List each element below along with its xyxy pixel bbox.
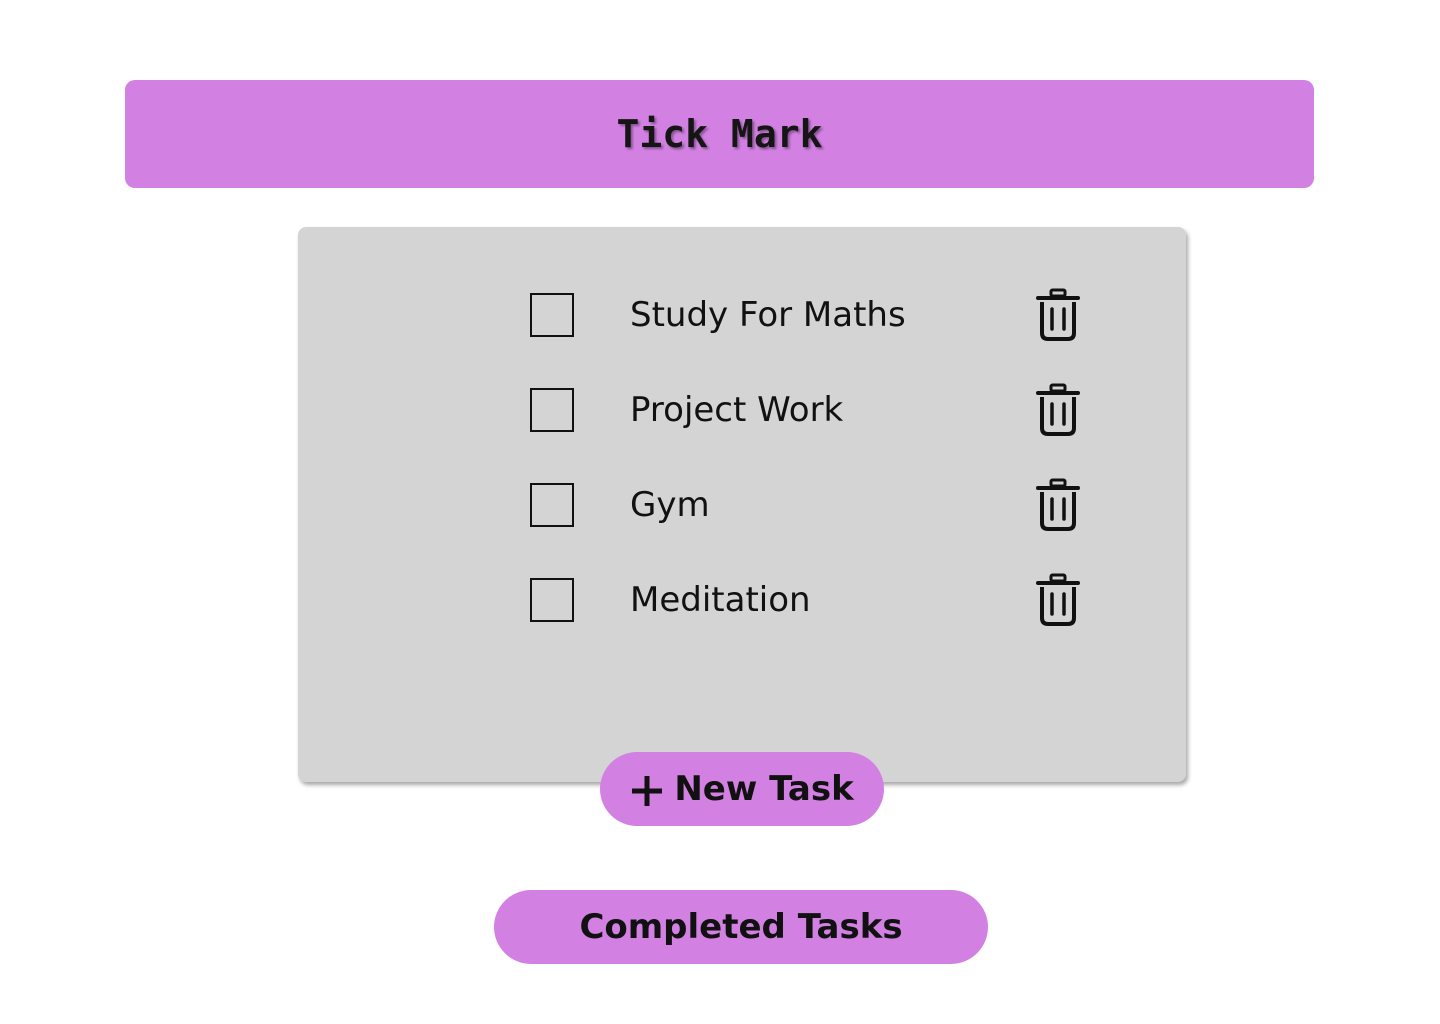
new-task-label: New Task [674, 769, 854, 809]
task-row: Study For Maths [530, 288, 1090, 341]
trash-icon[interactable] [1034, 382, 1082, 438]
completed-tasks-button[interactable]: Completed Tasks [494, 890, 988, 964]
trash-icon[interactable] [1034, 572, 1082, 628]
task-checkbox[interactable] [530, 388, 574, 432]
plus-icon [630, 774, 664, 808]
task-label: Study For Maths [630, 295, 906, 335]
new-task-button[interactable]: New Task [600, 752, 884, 826]
trash-icon[interactable] [1034, 287, 1082, 343]
completed-tasks-label: Completed Tasks [579, 907, 903, 947]
app-header: Tick Mark [125, 80, 1314, 188]
task-label: Meditation [630, 580, 811, 620]
task-row: Project Work [530, 383, 1090, 436]
task-list-panel: Study For Maths Project Work Gym Meditat… [298, 227, 1186, 782]
task-checkbox[interactable] [530, 293, 574, 337]
task-row: Meditation [530, 573, 1090, 626]
task-label: Gym [630, 485, 710, 525]
task-label: Project Work [630, 390, 844, 430]
task-checkbox[interactable] [530, 483, 574, 527]
app-title: Tick Mark [616, 112, 823, 156]
trash-icon[interactable] [1034, 477, 1082, 533]
task-row: Gym [530, 478, 1090, 531]
task-checkbox[interactable] [530, 578, 574, 622]
